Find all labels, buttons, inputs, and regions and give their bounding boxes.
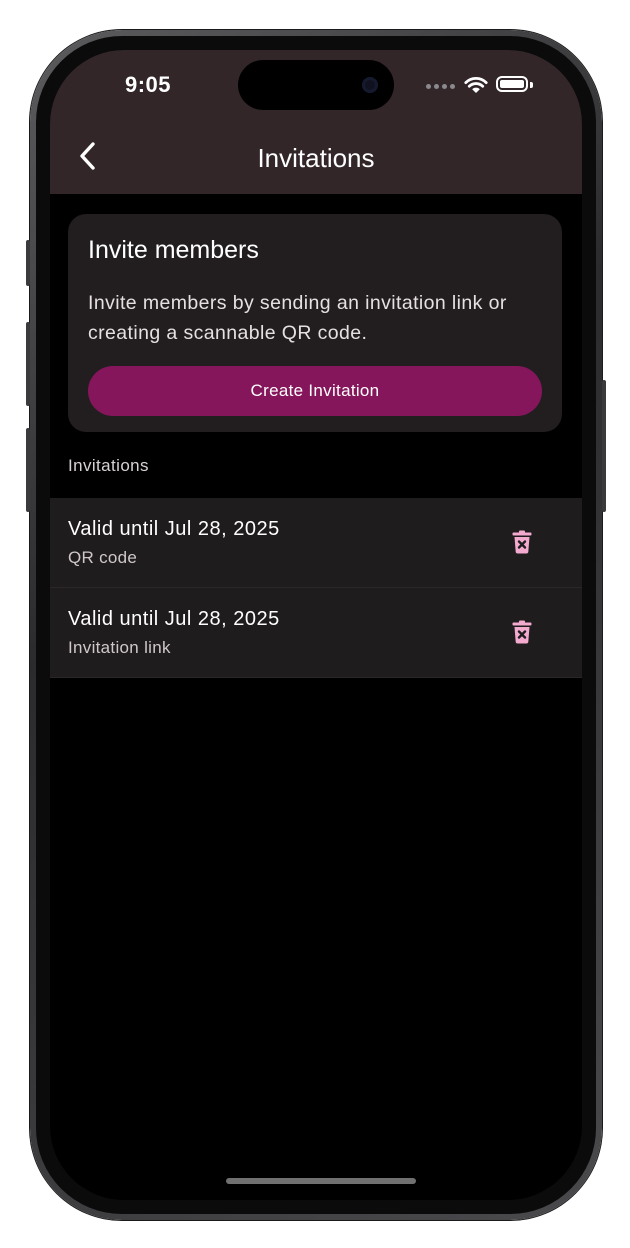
page-title: Invitations <box>257 143 375 173</box>
battery-icon <box>496 76 528 92</box>
bezel: 9:05 Invitations Invite members Invite m… <box>36 36 596 1214</box>
delete-invitation-button[interactable] <box>506 616 538 648</box>
cellular-signal-icon <box>426 84 455 89</box>
card-title: Invite members <box>88 236 259 264</box>
invite-members-card: Invite members Invite members by sending… <box>68 214 562 432</box>
list-item[interactable]: Valid until Jul 28, 2025 QR code <box>50 498 582 588</box>
action-button <box>26 240 30 286</box>
phone-frame: 9:05 Invitations Invite members Invite m… <box>26 30 606 1220</box>
volume-up-button <box>26 322 30 406</box>
delete-icon <box>512 620 532 644</box>
section-label: Invitations <box>68 456 149 475</box>
invitations-list: Valid until Jul 28, 2025 QR code Valid u… <box>50 498 582 678</box>
screen: 9:05 Invitations Invite members Invite m… <box>50 50 582 1200</box>
status-time: 9:05 <box>124 72 172 97</box>
list-item[interactable]: Valid until Jul 28, 2025 Invitation link <box>50 588 582 678</box>
invitation-validity: Valid until Jul 28, 2025 <box>68 608 280 630</box>
app-bar: 9:05 Invitations <box>50 50 582 194</box>
status-icons <box>426 74 538 98</box>
volume-down-button <box>26 428 30 512</box>
delete-invitation-button[interactable] <box>506 526 538 558</box>
battery-tip <box>530 82 533 88</box>
invitation-validity: Valid until Jul 28, 2025 <box>68 518 280 540</box>
invitation-type: QR code <box>68 548 138 567</box>
dynamic-island <box>238 60 394 110</box>
camera-icon <box>362 77 378 93</box>
delete-icon <box>512 530 532 554</box>
battery-fill <box>500 80 524 88</box>
power-button <box>602 380 606 512</box>
card-description: Invite members by sending an invitation … <box>88 292 507 344</box>
create-invitation-button[interactable]: Create Invitation <box>88 366 542 416</box>
invitation-type: Invitation link <box>68 638 171 657</box>
wifi-icon <box>464 76 488 93</box>
home-indicator[interactable] <box>226 1178 416 1184</box>
